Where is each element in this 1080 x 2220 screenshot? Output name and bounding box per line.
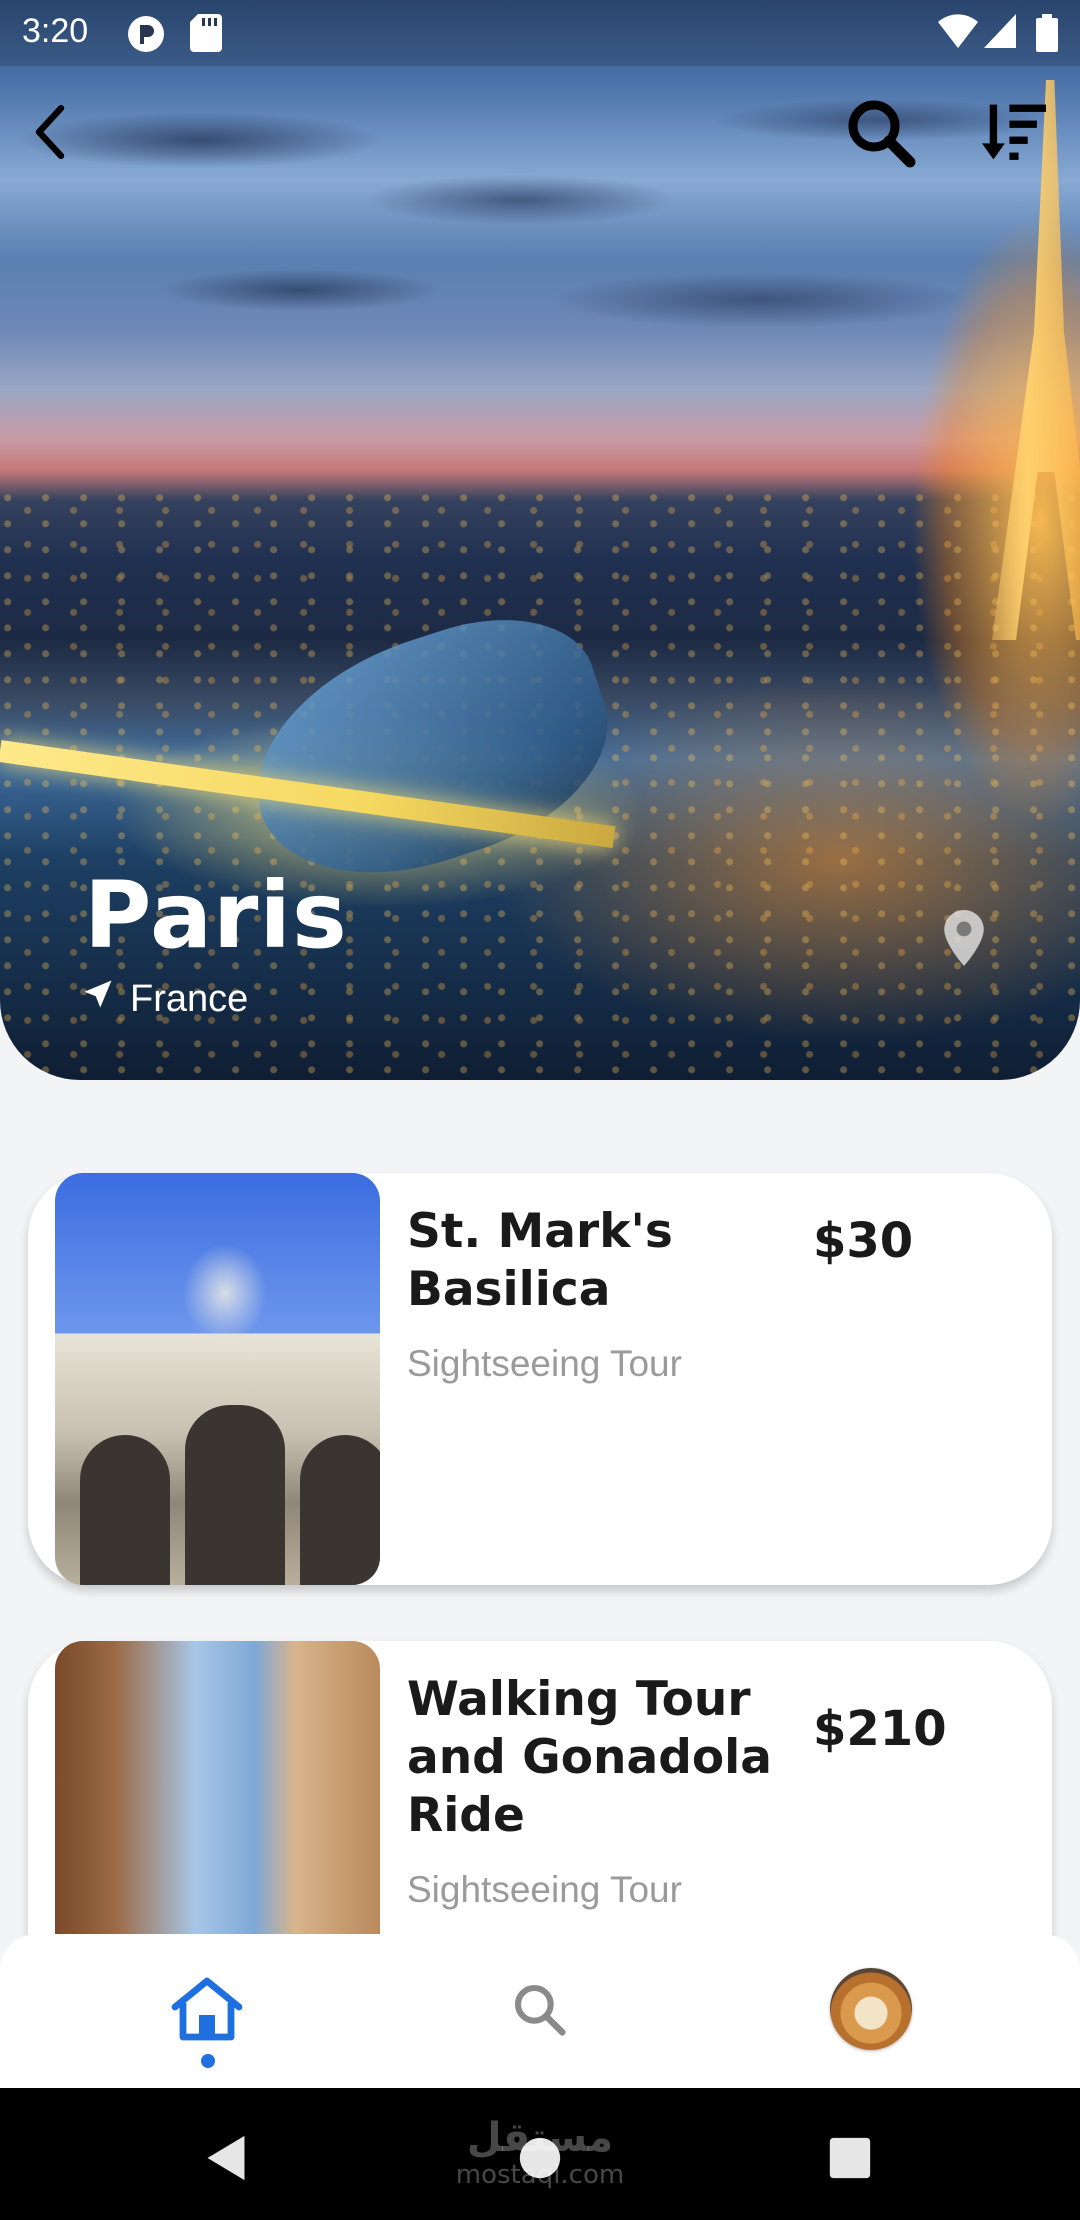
- battery-icon: [1036, 14, 1058, 57]
- tour-type: Sightseeing Tour: [407, 1869, 682, 1910]
- tour-card-st-marks[interactable]: St. Mark's Basilica Sightseeing Tour $30: [28, 1173, 1052, 1585]
- square-recents-icon: [829, 2137, 871, 2179]
- notification-icon: [126, 14, 166, 59]
- home-icon: [171, 1977, 243, 2041]
- tour-price: $210: [813, 1701, 947, 1757]
- sort-icon: [982, 104, 1046, 160]
- destination-country: France: [80, 976, 248, 1022]
- cellular-signal-icon: [984, 14, 1016, 55]
- system-back-button[interactable]: [196, 2128, 256, 2188]
- chevron-left-icon: [35, 104, 65, 160]
- tour-photo-basilica: [55, 1173, 380, 1585]
- wifi-icon: [938, 14, 978, 55]
- nav-search[interactable]: [494, 1964, 584, 2054]
- tour-name: St. Mark's Basilica: [407, 1204, 673, 1317]
- system-recents-button[interactable]: [820, 2128, 880, 2188]
- nav-home[interactable]: [162, 1964, 252, 2054]
- sd-card-icon: [190, 14, 222, 57]
- bottom-navigation: [0, 1934, 1080, 2088]
- search-icon: [848, 100, 916, 168]
- active-tab-indicator: [201, 2054, 215, 2068]
- sort-button[interactable]: [974, 92, 1054, 172]
- navigation-arrow-icon: [80, 976, 116, 1022]
- search-icon: [514, 1984, 566, 2036]
- country-label: France: [130, 977, 249, 1020]
- back-button[interactable]: [10, 92, 90, 172]
- search-button[interactable]: [840, 92, 920, 172]
- location-pin-icon[interactable]: [944, 910, 984, 971]
- status-time: 3:20: [22, 12, 89, 50]
- tour-type: Sightseeing Tour: [407, 1343, 682, 1384]
- watermark: مستقل mostaql.com: [455, 2115, 625, 2190]
- destination-title: Paris: [84, 862, 348, 969]
- tour-name: Walking Tour and Gonadola Ride: [407, 1672, 772, 1843]
- triangle-back-icon: [207, 2135, 245, 2181]
- nav-profile[interactable]: [826, 1964, 916, 2054]
- avatar: [830, 1968, 912, 2050]
- tour-price: $30: [813, 1213, 914, 1269]
- status-bar: 3:20: [0, 0, 1080, 66]
- system-navigation-bar: مستقل mostaql.com: [0, 2088, 1080, 2220]
